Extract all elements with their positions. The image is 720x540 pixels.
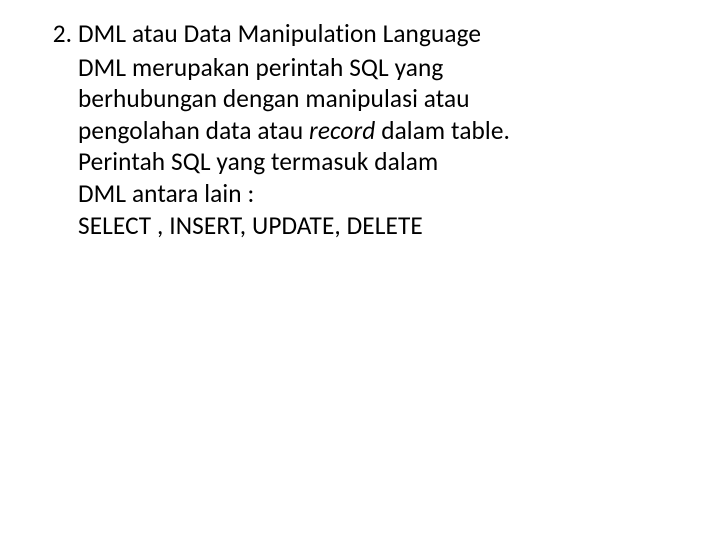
para-line-3b: dalam table. [375,115,510,146]
para-line-3a: pengolahan data atau [78,115,309,146]
list-body: DML atau Data Manipulation Language DML … [78,18,680,241]
para-line-1: DML merupakan perintah SQL yang [78,52,680,84]
para-line-2: berhubungan dengan manipulasi atau [78,83,680,115]
para-line-5: DML antara lain : [78,178,680,210]
para-line-4: Perintah SQL yang termasuk dalam [78,146,680,178]
list-heading: DML atau Data Manipulation Language [78,18,680,50]
para-line-3: pengolahan data atau record dalam table. [78,115,680,147]
list-paragraph: DML merupakan perintah SQL yang berhubun… [78,52,680,242]
para-line-6: SELECT , INSERT, UPDATE, DELETE [78,210,680,242]
para-line-3-italic: record [309,115,375,146]
list-number: 2. [38,18,78,50]
list-item-2: 2. DML atau Data Manipulation Language D… [38,18,680,241]
slide: 2. DML atau Data Manipulation Language D… [0,0,720,540]
